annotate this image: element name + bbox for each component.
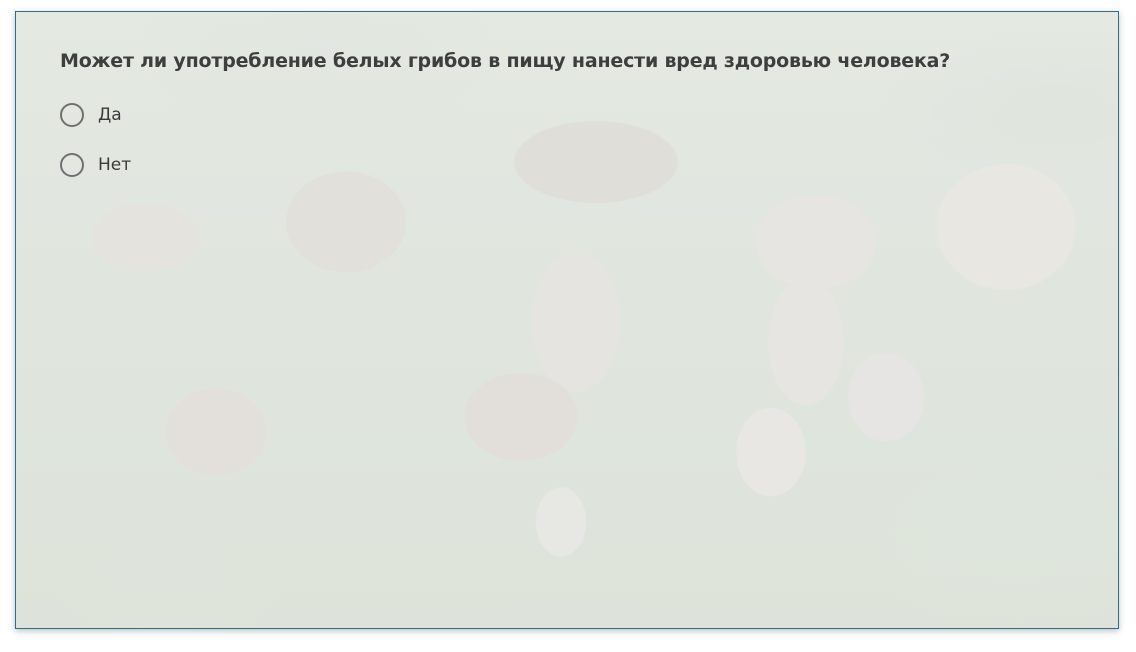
option-yes-label[interactable]: Да [98,105,122,125]
option-no[interactable]: Нет [60,150,1098,180]
radio-button-no[interactable] [60,153,84,177]
option-no-label[interactable]: Нет [98,155,131,175]
quiz-card: Может ли употребление белых грибов в пищ… [15,11,1119,629]
question-text: Может ли употребление белых грибов в пищ… [60,50,951,72]
answer-options: Да Нет [60,100,1098,180]
radio-button-yes[interactable] [60,103,84,127]
quiz-content: Может ли употребление белых грибов в пищ… [60,50,1098,200]
option-yes[interactable]: Да [60,100,1098,130]
